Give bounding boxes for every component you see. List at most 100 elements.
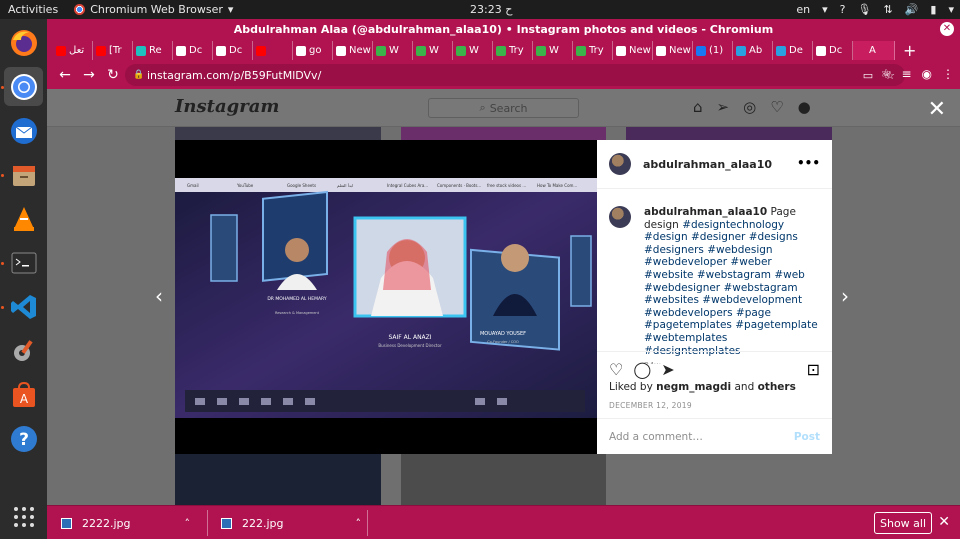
tab-label: Dc [189,45,203,56]
like-heart-icon[interactable]: ♡ [609,360,623,379]
language-indicator[interactable]: en [796,3,810,16]
comment-icon[interactable]: ◯ [633,360,651,379]
clock[interactable]: 23:23 ح [470,3,512,16]
browser-tab[interactable]: Re [133,41,173,60]
download-item[interactable]: 2222.jpg ˄ [61,511,190,535]
browser-tab[interactable]: New T [333,41,373,60]
app-grid-icon [13,506,34,527]
browser-tab[interactable]: W [533,41,573,60]
chevron-down-icon: ▾ [822,3,828,16]
cast-icon[interactable]: ▭ [863,69,873,82]
back-button[interactable]: ← [53,67,77,83]
dock-settings[interactable] [4,331,43,370]
dock-files[interactable] [4,155,43,194]
browser-tab[interactable]: Dc [213,41,253,60]
browser-tab[interactable] [253,41,293,60]
dock-terminal[interactable] [4,243,43,282]
liked-by-user[interactable]: negm_magdi [656,381,731,393]
browser-tab[interactable]: [Tr [93,41,133,60]
direct-icon[interactable]: ➢ [717,98,730,116]
close-overlay-icon[interactable]: ✕ [928,99,946,121]
dock-firefox[interactable] [4,23,43,62]
browser-tab[interactable]: Try [493,41,533,60]
dock-thunderbird[interactable] [4,111,43,150]
caption-avatar[interactable] [609,206,631,228]
comment-input[interactable]: Add a comment… [609,431,703,443]
tab-favicon-icon [776,45,786,56]
dock-software[interactable]: A [4,375,43,414]
profile-avatar[interactable]: ● [798,98,811,116]
post-photo: Gmail YouTube Google Sheets ابدأ التعلم Inte… [175,178,597,418]
grid-tile[interactable] [401,127,606,140]
heart-icon[interactable]: ♡ [770,98,783,116]
reload-button[interactable]: ↻ [101,67,125,83]
dock-help[interactable]: ? [4,419,43,458]
user-avatar[interactable] [609,153,631,175]
instagram-logo[interactable]: Instagram [175,96,279,117]
tab-label: Try [589,45,604,56]
browser-tab[interactable]: W [373,41,413,60]
dock-vscode[interactable] [4,287,43,326]
liked-by-others[interactable]: others [758,381,796,393]
share-icon[interactable]: ➤ [661,360,674,379]
new-tab-button[interactable]: + [903,41,916,60]
search-input[interactable]: ⌕ Search [428,98,579,118]
save-bookmark-icon[interactable]: ⊡ [807,360,820,379]
dock-chromium[interactable] [4,67,43,106]
browser-tab[interactable]: A [853,41,895,60]
close-downloads-icon[interactable]: ✕ [938,514,950,530]
window-close-button[interactable]: ✕ [940,22,954,36]
browser-tab[interactable]: Ab [733,41,773,60]
browser-tab[interactable]: De [773,41,813,60]
grid-tile[interactable] [175,127,381,140]
browser-tab[interactable]: Try [573,41,613,60]
post-media[interactable]: Gmail YouTube Google Sheets ابدأ التعلم Inte… [175,140,597,454]
app-menu[interactable]: Chromium Web Browser ▾ [74,3,233,16]
grid-tile[interactable] [175,454,381,505]
browser-tab[interactable]: W [453,41,493,60]
comment-box[interactable]: Add a comment… Post [597,418,832,455]
home-icon[interactable]: ⌂ [693,98,703,116]
forward-button[interactable]: → [77,67,101,83]
post-comment-button[interactable]: Post [794,431,820,443]
browser-tab[interactable]: تعل [53,41,93,60]
extension-icon[interactable]: ≡ [901,67,911,81]
tab-strip: تعل [Tr Re Dc Dc go New T W W W Try W Try New T New T (… [47,40,960,61]
next-post-button[interactable]: › [841,284,849,308]
system-tray[interactable]: en ▾ ? 🎙 ⇅ 🔊 ▮ ▾ [796,3,954,16]
browser-tab[interactable]: New T [653,41,693,60]
browser-tab[interactable]: (1) [693,41,733,60]
caption-username[interactable]: abdulrahman_alaa10 [644,206,767,218]
photo-browser-tab: Integral Cubes Ara... [387,183,428,188]
grid-tile[interactable] [401,454,606,505]
tab-favicon-icon [496,45,506,56]
browser-toolbar: ← → ↻ 🔒 instagram.com/p/B59FutMlDVv/ ▭ ☆… [47,61,960,89]
browser-tab[interactable]: Dc [173,41,213,60]
chevron-up-icon[interactable]: ˄ [356,517,362,530]
battery-icon: ▮ [930,3,937,16]
help-icon[interactable]: ? [840,3,846,16]
more-options-icon[interactable]: ••• [797,156,820,170]
address-bar[interactable]: 🔒 instagram.com/p/B59FutMlDVv/ ▭ ☆ [125,64,905,86]
browser-tab[interactable]: W [413,41,453,60]
grid-tile[interactable] [626,127,832,140]
react-devtools-icon[interactable]: ⚛ [881,67,892,81]
menu-icon[interactable]: ⋮ [942,67,954,81]
activities-button[interactable]: Activities [8,3,58,16]
browser-tab[interactable]: New T [613,41,653,60]
browser-tab[interactable]: go [293,41,333,60]
explore-icon[interactable]: ◎ [743,98,756,116]
previous-post-button[interactable]: ‹ [155,284,163,308]
dock-vlc[interactable] [4,199,43,238]
likes-and: and [734,381,755,393]
download-item[interactable]: 222.jpg ˄ [221,511,361,535]
chevron-up-icon[interactable]: ˄ [185,517,191,530]
browser-tab[interactable]: Dc [813,41,853,60]
profile-avatar[interactable]: ◉ [922,67,932,81]
show-applications-button[interactable] [4,497,43,536]
caption-hashtags[interactable]: #designtechnology #design #designer #des… [644,219,818,357]
show-all-button[interactable]: Show all [874,512,932,534]
post-username[interactable]: abdulrahman_alaa10 [643,158,772,171]
tab-favicon-icon [696,45,706,56]
post-caption: abdulrahman_alaa10 Page design #designte… [609,206,824,364]
